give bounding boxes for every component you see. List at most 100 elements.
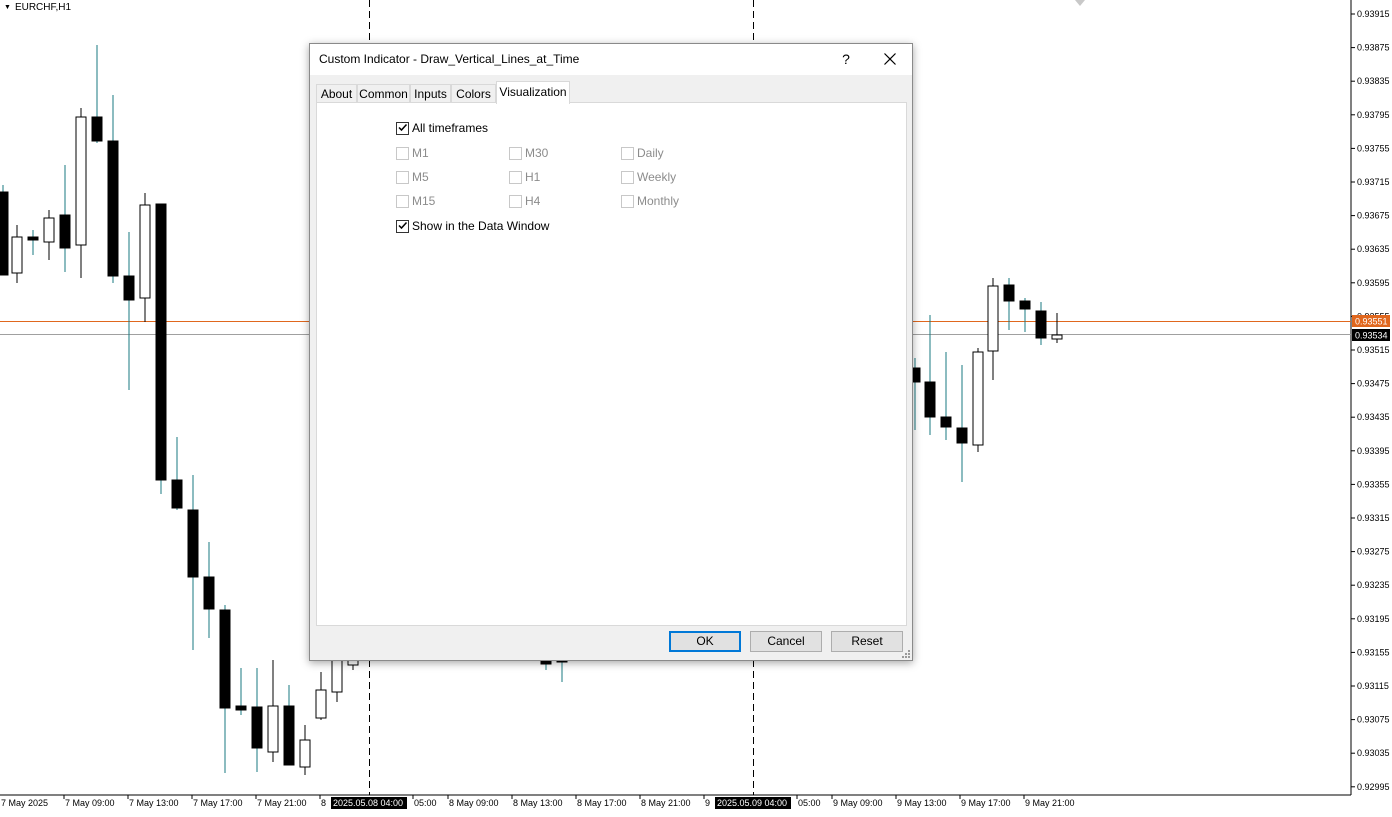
price-axis-label: 0.93195: [1357, 614, 1390, 624]
vertical-line-time-tag-text: 2025.05.08 04:00: [333, 798, 403, 808]
dialog-title: Custom Indicator - Draw_Vertical_Lines_a…: [319, 52, 580, 66]
chart-symbol-label[interactable]: ▼ EURCHF,H1: [4, 2, 71, 13]
checkbox-box: [509, 171, 522, 184]
time-axis-label: 9 May 13:00: [897, 798, 947, 808]
tab-visualization[interactable]: Visualization: [496, 81, 570, 104]
show-in-data-window-label: Show in the Data Window: [412, 219, 550, 233]
checkbox-box: [509, 147, 522, 160]
candle-body: [187, 509, 199, 578]
candle-body: [1035, 310, 1047, 339]
candle: [219, 605, 231, 773]
price-axis-label: 0.93595: [1357, 278, 1390, 288]
dialog-titlebar[interactable]: Custom Indicator - Draw_Vertical_Lines_a…: [310, 44, 912, 75]
tab-common[interactable]: Common: [357, 84, 410, 103]
close-icon: [884, 53, 896, 65]
help-button[interactable]: ?: [830, 46, 862, 72]
candle: [956, 365, 968, 482]
candle-body: [540, 660, 552, 665]
all-timeframes-label: All timeframes: [412, 121, 489, 135]
timeframe-m15-label: M15: [412, 194, 436, 208]
timeframe-h4-label: H4: [525, 194, 541, 208]
bid-price-tag-text: 0.93551: [1355, 317, 1388, 327]
candle-body: [75, 116, 87, 246]
checkmark-icon: [398, 123, 408, 132]
candle: [315, 672, 327, 720]
timeframe-daily-label: Daily: [637, 146, 664, 160]
dropdown-triangle-icon[interactable]: ▼: [4, 4, 11, 11]
candle-body: [299, 739, 311, 768]
candle-body: [1019, 300, 1031, 310]
candle-body: [235, 705, 247, 711]
candle: [267, 660, 279, 762]
checkmark-icon: [398, 221, 408, 230]
price-axis-label: 0.93515: [1357, 345, 1390, 355]
candle: [331, 655, 343, 702]
candle-body: [924, 381, 936, 418]
candle-body: [155, 203, 167, 481]
tab-colors[interactable]: Colors: [451, 84, 496, 103]
candle: [1051, 313, 1063, 343]
candle: [987, 278, 999, 380]
checkbox-box: [509, 195, 522, 208]
candle: [0, 185, 9, 276]
candle: [155, 203, 167, 494]
candle: [43, 210, 55, 260]
tab-inputs[interactable]: Inputs: [410, 84, 451, 103]
candle: [1019, 298, 1031, 332]
tab-about[interactable]: About: [316, 84, 357, 103]
candle-body: [0, 191, 9, 276]
resize-grip-icon[interactable]: [902, 650, 911, 659]
candle: [299, 725, 311, 775]
candle: [59, 165, 71, 272]
timeframe-m1-label: M1: [412, 146, 429, 160]
price-axis-label: 0.93235: [1357, 580, 1390, 590]
candle-body: [11, 236, 23, 274]
candle: [171, 437, 183, 510]
candle-body: [251, 706, 263, 749]
time-axis-label: 8: [321, 798, 326, 808]
time-axis-label: 7 May 2025: [1, 798, 48, 808]
close-button[interactable]: [870, 46, 910, 72]
tab-visualization-label: Visualization: [499, 85, 567, 99]
timeframe-weekly-label: Weekly: [637, 170, 677, 184]
reset-button[interactable]: Reset: [831, 631, 903, 652]
candle-body: [315, 689, 327, 719]
price-axis-label: 0.93475: [1357, 379, 1390, 389]
time-axis-label: 8 May 09:00: [449, 798, 499, 808]
price-axis-label: 0.93115: [1357, 681, 1389, 691]
candle: [91, 45, 103, 143]
chart-shift-marker: [1075, 0, 1085, 6]
candle-body: [91, 116, 103, 142]
candle: [187, 475, 199, 650]
ok-button[interactable]: OK: [669, 631, 741, 652]
checkbox-box: [621, 171, 634, 184]
candle-body: [972, 351, 984, 446]
visualization-panel: All timeframes M1 M30 Daily M5 H1 Weekly…: [316, 102, 907, 626]
tab-common-label: Common: [359, 87, 408, 101]
price-axis-label: 0.93275: [1357, 547, 1390, 557]
candle-body: [139, 204, 151, 299]
cancel-button[interactable]: Cancel: [750, 631, 822, 652]
tab-colors-label: Colors: [456, 87, 491, 101]
time-axis-label: 05:00: [798, 798, 821, 808]
candle: [1003, 278, 1015, 330]
candle-body: [27, 236, 39, 241]
price-axis-label: 0.93075: [1357, 715, 1390, 725]
timeframe-h1-label: H1: [525, 170, 541, 184]
time-axis-label: 7 May 13:00: [129, 798, 179, 808]
price-axis-label: 0.93875: [1357, 43, 1390, 53]
candle-body: [1051, 334, 1063, 340]
candle: [139, 193, 151, 322]
price-axis-label: 0.93715: [1357, 177, 1390, 187]
time-axis-label: 9 May 17:00: [961, 798, 1011, 808]
price-axis-label: 0.93795: [1357, 110, 1390, 120]
candle-body: [331, 659, 343, 693]
candle-body: [267, 705, 279, 753]
candle-body: [940, 416, 952, 428]
price-axis-label: 0.93915: [1357, 9, 1390, 19]
candle-body: [43, 217, 55, 243]
candle: [107, 95, 119, 283]
help-icon: ?: [842, 51, 850, 67]
candle: [235, 668, 247, 715]
time-axis-label: 7 May 17:00: [193, 798, 243, 808]
